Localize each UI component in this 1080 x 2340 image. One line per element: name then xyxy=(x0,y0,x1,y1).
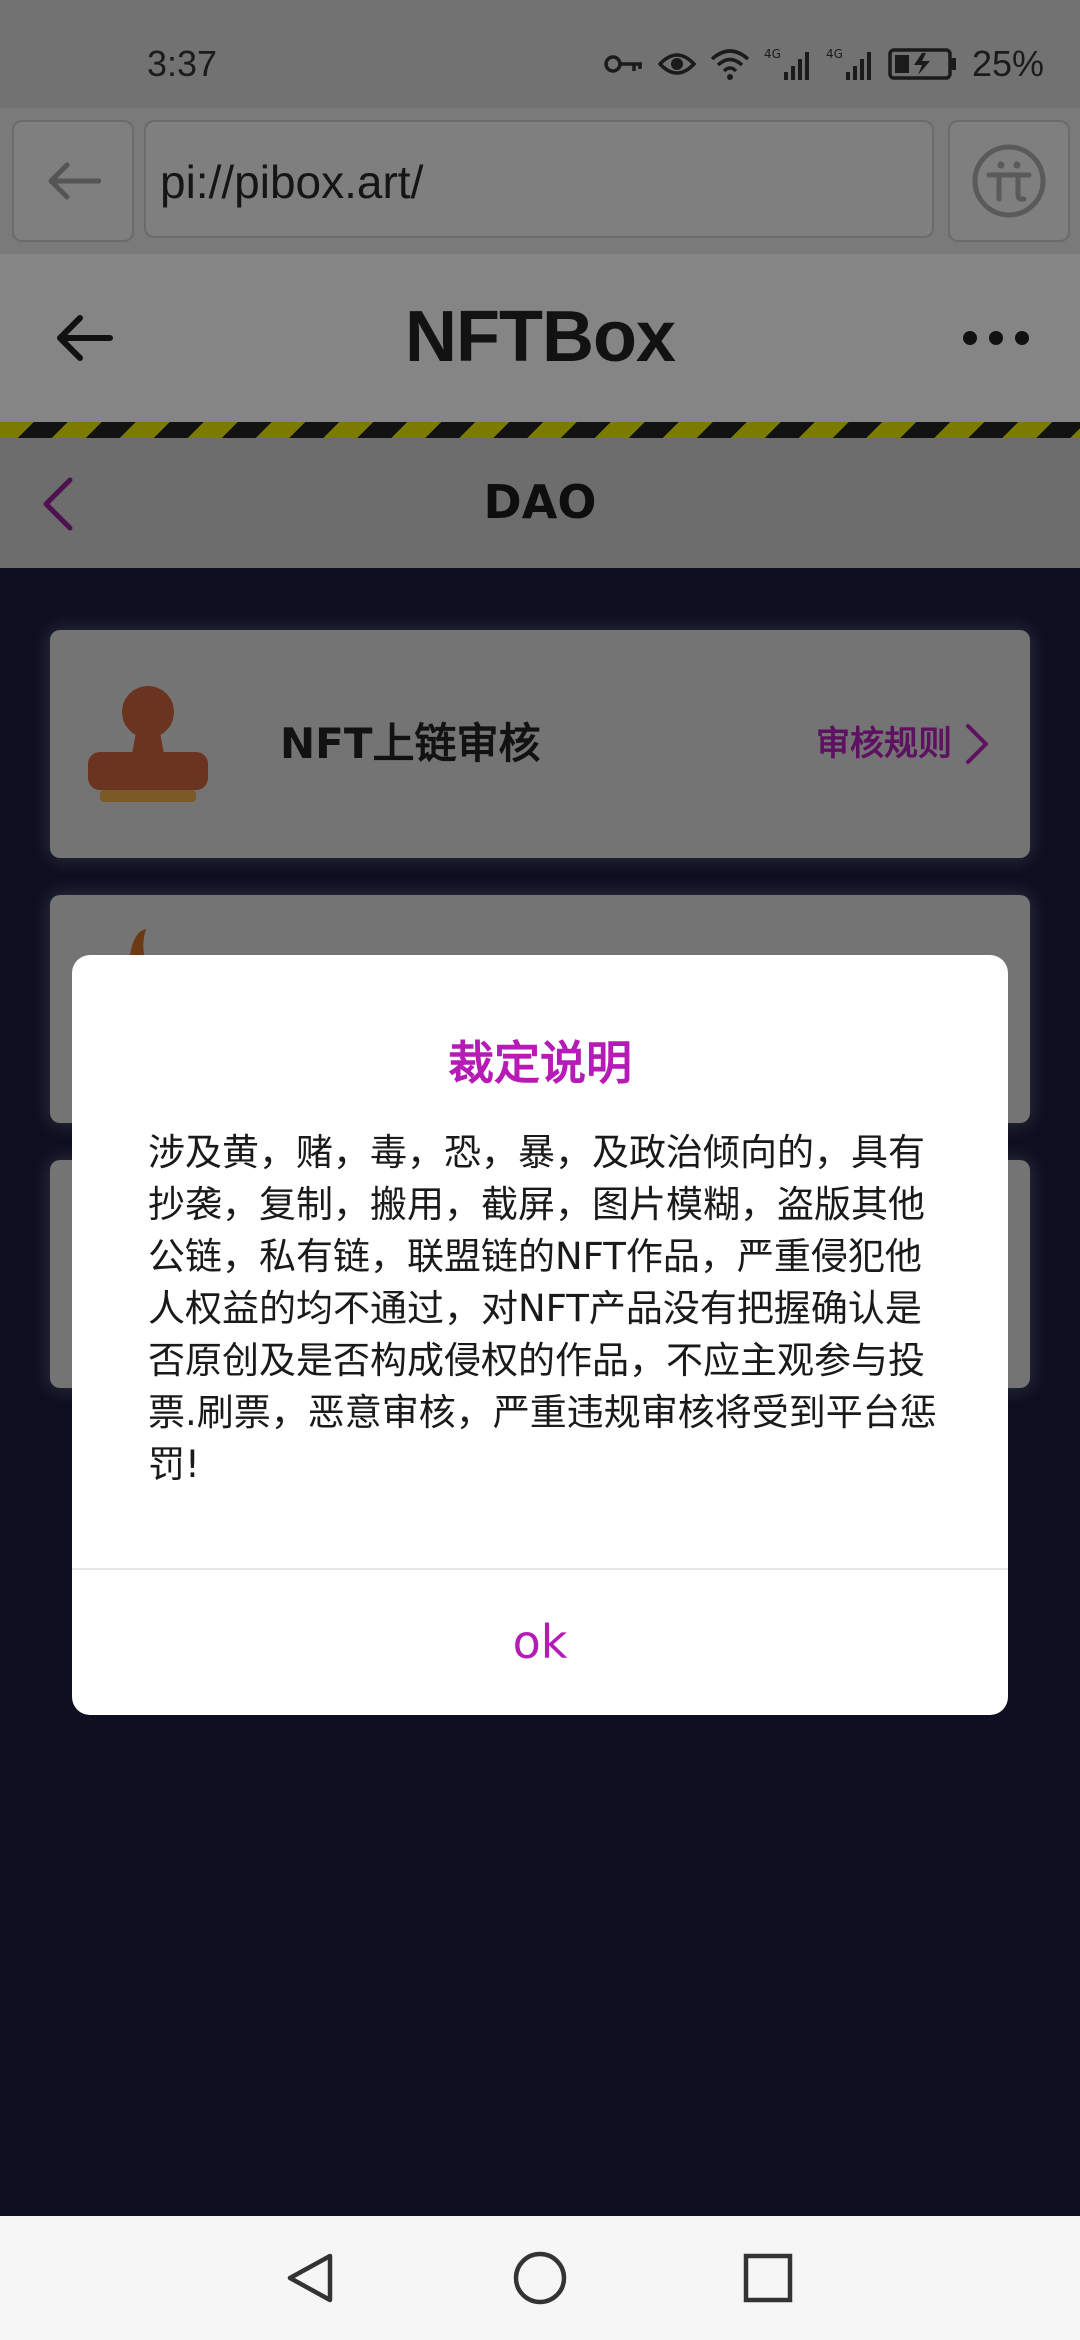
signal-4g-icon: 4G xyxy=(764,47,809,80)
review-rules-link[interactable]: 审核规则 xyxy=(816,720,952,768)
pi-logo-icon xyxy=(972,144,1046,218)
wifi-icon xyxy=(710,49,750,80)
browser-bar: pi://pibox.art/ xyxy=(0,108,1080,254)
eye-icon xyxy=(657,53,696,75)
nav-home-icon[interactable] xyxy=(510,2248,570,2308)
arrow-left-icon xyxy=(48,162,101,200)
hazard-stripe xyxy=(0,422,1080,438)
dialog-body: 涉及黄，赌，毒，恐，暴，及政治倾向的，具有抄袭，复制，搬用，截屏，图片模糊，盗版… xyxy=(148,1131,937,1486)
pi-browser-button[interactable] xyxy=(948,120,1070,242)
status-time: 3:37 xyxy=(147,43,218,84)
card-title: NFT上链审核 xyxy=(280,719,541,768)
battery-charging-icon xyxy=(888,48,956,80)
system-nav-bar xyxy=(0,2216,1080,2340)
more-horizontal-icon[interactable] xyxy=(960,326,1032,350)
url-field[interactable]: pi://pibox.art/ xyxy=(144,120,934,238)
card-icon xyxy=(130,929,146,955)
nav-back-icon[interactable] xyxy=(280,2248,340,2308)
browser-back-button[interactable] xyxy=(12,120,134,242)
key-icon xyxy=(604,55,642,73)
dialog-title: 裁定说明 xyxy=(448,1036,632,1090)
ruling-dialog: 裁定说明 涉及黄，赌，毒，恐，暴，及政治倾向的，具有抄袭，复制，搬用，截屏，图片… xyxy=(72,955,1008,1715)
app-header: NFTBox xyxy=(0,254,1080,422)
sub-title: DAO xyxy=(483,475,597,529)
app-title: NFTBox xyxy=(405,297,676,377)
stamp-icon xyxy=(88,686,208,802)
sub-header: DAO xyxy=(0,438,1080,568)
ok-button[interactable]: ok xyxy=(72,1570,1008,1715)
review-card[interactable]: NFT上链审核 审核规则 xyxy=(50,630,1030,858)
chevron-right-icon xyxy=(966,724,988,764)
svg-text:4G: 4G xyxy=(826,47,843,61)
signal-4g-icon: 4G xyxy=(826,47,871,80)
battery-percent: 25% xyxy=(971,43,1044,84)
svg-text:4G: 4G xyxy=(764,47,781,61)
nav-recents-icon[interactable] xyxy=(738,2248,798,2308)
url-text: pi://pibox.art/ xyxy=(160,156,424,208)
status-bar: 3:37 4G 4G 25% xyxy=(0,0,1080,108)
status-icons: 4G 4G 25% xyxy=(604,42,1044,86)
